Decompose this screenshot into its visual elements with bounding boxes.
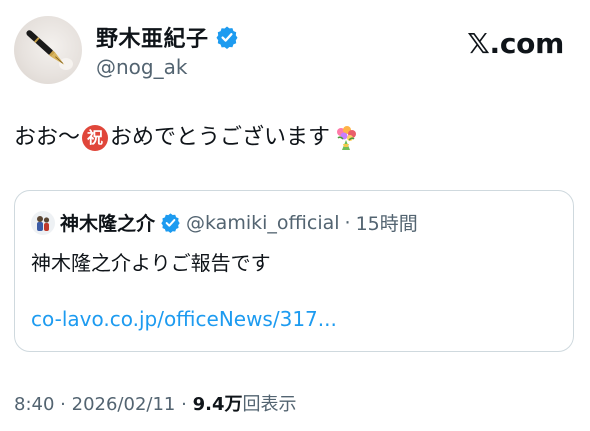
tweet-text-part-2: おめでとうございます — [110, 125, 331, 150]
bouquet-icon — [337, 126, 357, 150]
quoted-separator: · — [344, 211, 351, 234]
author-display-name[interactable]: 野木亜紀子 — [96, 21, 209, 53]
quoted-tweet-link[interactable]: co-lavo.co.jp/officeNews/317... — [31, 307, 337, 331]
tweet-text: おお〜 祝 おめでとうございます — [14, 121, 360, 155]
people-icon — [37, 215, 50, 231]
views-count: 9.4万 — [192, 394, 243, 415]
verified-badge-icon — [161, 213, 180, 233]
iwai-emoji-icon: 祝 — [82, 125, 109, 151]
author-name-row[interactable]: 野木亜紀子 — [96, 21, 239, 53]
author-avatar[interactable] — [14, 16, 82, 84]
tweet-date[interactable]: 2026/02/11 — [72, 394, 176, 415]
quoted-timestamp[interactable]: 15時間 — [356, 209, 418, 236]
tweet-time[interactable]: 8:40 — [14, 394, 54, 415]
verified-badge-icon — [216, 26, 238, 49]
tweet-text-part-1: おお〜 — [14, 125, 81, 150]
meta-separator-2: · — [181, 394, 187, 415]
meta-separator: · — [60, 394, 66, 415]
tweet-meta: 8:40 · 2026/02/11 · 9.4万回表示 — [14, 390, 296, 416]
fountain-pen-icon — [26, 30, 73, 70]
quoted-author-avatar[interactable] — [31, 210, 55, 235]
quoted-author-name[interactable]: 神木隆之介 — [60, 209, 155, 236]
quoted-tweet-card[interactable]: 神木隆之介 @kamiki_official · 15時間 神木隆之介よりご報告… — [14, 190, 574, 352]
quoted-tweet-header: 神木隆之介 @kamiki_official · 15時間 — [31, 209, 418, 236]
x-logo-link[interactable]: 𝕏.com — [467, 27, 564, 60]
quoted-tweet-text: 神木隆之介よりご報告です — [31, 251, 271, 275]
author-handle[interactable]: @nog_ak — [96, 55, 187, 79]
views-label: 回表示 — [242, 394, 297, 415]
quoted-author-handle[interactable]: @kamiki_official — [186, 212, 340, 234]
